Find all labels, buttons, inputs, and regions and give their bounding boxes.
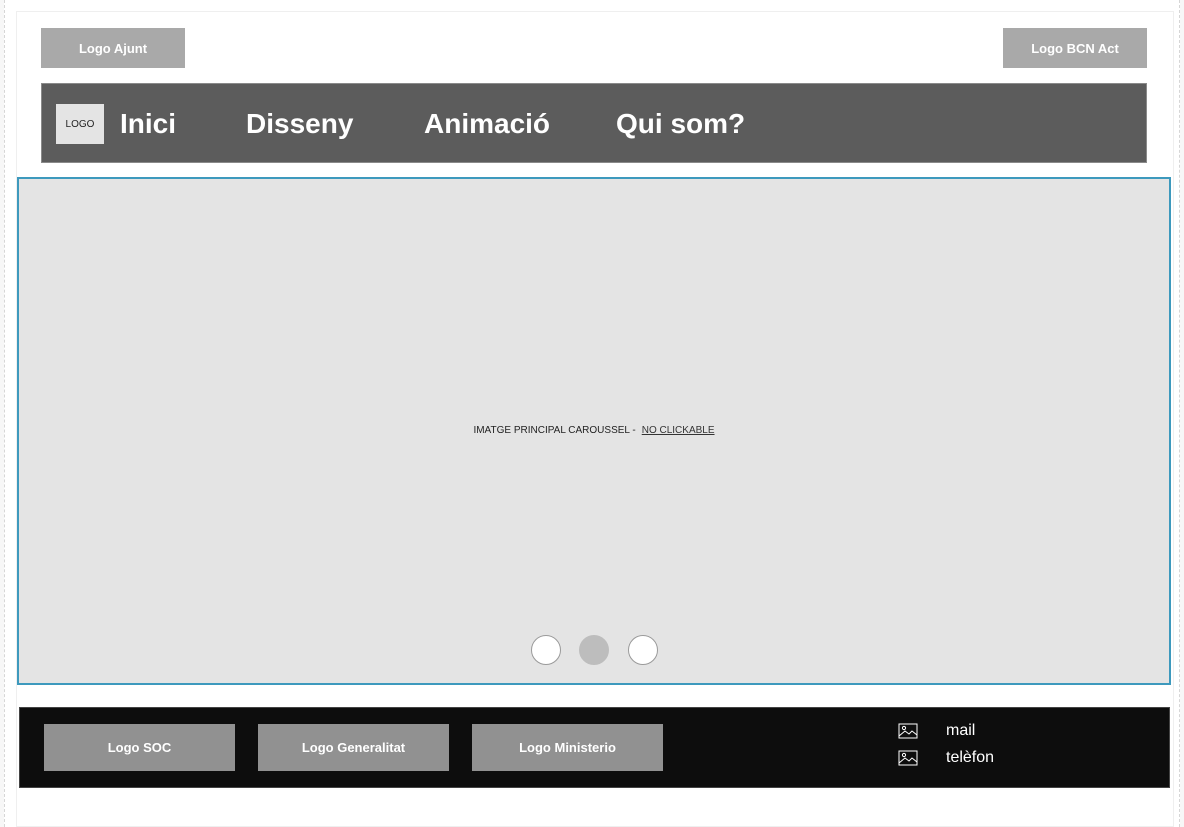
carousel-dot-2[interactable]	[579, 635, 609, 665]
main-navigation: LOGO Inici Disseny Animació Qui som?	[41, 83, 1147, 163]
contact-mail-text: mail	[946, 722, 976, 739]
footer: Logo SOC Logo Generalitat Logo Ministeri…	[19, 707, 1170, 788]
carousel-dot-1[interactable]	[531, 635, 561, 665]
contact-phone[interactable]: telèfon	[898, 749, 994, 767]
logo-generalitat-button[interactable]: Logo Generalitat	[258, 724, 449, 771]
image-icon	[898, 723, 918, 739]
logo-bcn-act-button[interactable]: Logo BCN Act	[1003, 28, 1147, 68]
logo-ministerio-button[interactable]: Logo Ministerio	[472, 724, 663, 771]
nav-item-inici[interactable]: Inici	[120, 106, 176, 142]
carousel-dot-3[interactable]	[628, 635, 658, 665]
nav-item-disseny[interactable]: Disseny	[246, 106, 353, 142]
image-icon	[898, 750, 918, 766]
contact-phone-text: telèfon	[946, 749, 995, 766]
site-logo[interactable]: LOGO	[56, 104, 104, 144]
carousel-note: NO CLICKABLE	[641, 425, 715, 436]
carousel-caption-text: IMATGE PRINCIPAL CAROUSSEL -	[473, 425, 636, 436]
main-carousel: IMATGE PRINCIPAL CAROUSSEL - NO CLICKABLE	[17, 177, 1171, 685]
carousel-caption: IMATGE PRINCIPAL CAROUSSEL - NO CLICKABLE	[19, 425, 1169, 436]
nav-item-animacio[interactable]: Animació	[424, 106, 550, 142]
logo-soc-button[interactable]: Logo SOC	[44, 724, 235, 771]
contact-mail[interactable]: mail	[898, 722, 975, 740]
nav-item-qui-som[interactable]: Qui som?	[616, 106, 745, 142]
logo-ajunt-button[interactable]: Logo Ajunt	[41, 28, 185, 68]
